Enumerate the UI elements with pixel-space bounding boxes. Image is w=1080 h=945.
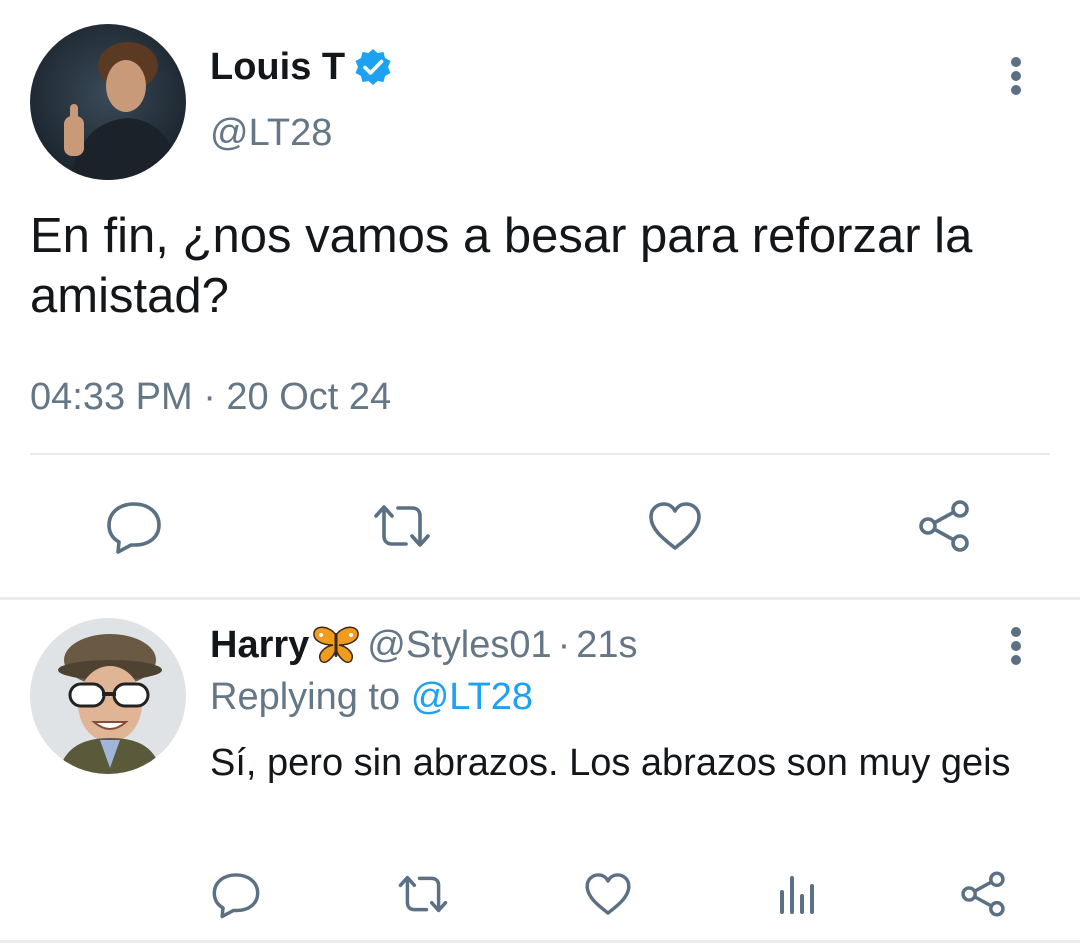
reply-header: Harry @Styles01 · 21s bbox=[210, 622, 638, 668]
verified-badge-icon bbox=[353, 47, 393, 87]
reply-avatar-photo bbox=[30, 618, 186, 774]
replying-to: Replying to @LT28 bbox=[210, 674, 533, 720]
separator-dot: · bbox=[557, 624, 571, 666]
tweet-text: En fin, ¿nos vamos a besar para reforzar… bbox=[30, 209, 973, 323]
reply-display-name[interactable]: Harry bbox=[210, 622, 309, 668]
more-options-icon[interactable] bbox=[1000, 54, 1032, 98]
reply-text: Sí, pero sin abrazos. Los abrazos son mu… bbox=[210, 742, 1011, 784]
tweet-timestamp[interactable]: 04:33 PM · 20 Oct 24 bbox=[30, 374, 391, 420]
like-icon[interactable] bbox=[643, 494, 707, 558]
analytics-icon[interactable] bbox=[768, 866, 824, 922]
avatar[interactable] bbox=[30, 24, 186, 180]
reply-icon[interactable] bbox=[208, 866, 264, 922]
retweet-icon[interactable] bbox=[370, 494, 434, 558]
reply-user-handle[interactable]: @Styles01 bbox=[367, 622, 551, 668]
display-name-text: Louis T bbox=[210, 46, 346, 88]
share-icon[interactable] bbox=[955, 866, 1011, 922]
divider bbox=[0, 597, 1080, 600]
butterfly-icon bbox=[311, 625, 361, 665]
retweet-icon[interactable] bbox=[395, 866, 451, 922]
reply-icon[interactable] bbox=[102, 494, 166, 558]
more-options-icon[interactable] bbox=[1000, 624, 1032, 668]
replying-to-link[interactable]: @LT28 bbox=[411, 676, 533, 718]
divider bbox=[0, 940, 1080, 943]
reply-avatar[interactable] bbox=[30, 618, 186, 774]
reply-timestamp[interactable]: 21s bbox=[576, 622, 637, 668]
avatar-photo bbox=[30, 24, 186, 180]
replying-to-label: Replying to bbox=[210, 676, 401, 718]
user-handle[interactable]: @LT28 bbox=[210, 110, 332, 156]
share-icon[interactable] bbox=[912, 494, 976, 558]
like-icon[interactable] bbox=[580, 866, 636, 922]
divider bbox=[30, 453, 1050, 455]
display-name[interactable]: Louis T bbox=[210, 44, 393, 90]
